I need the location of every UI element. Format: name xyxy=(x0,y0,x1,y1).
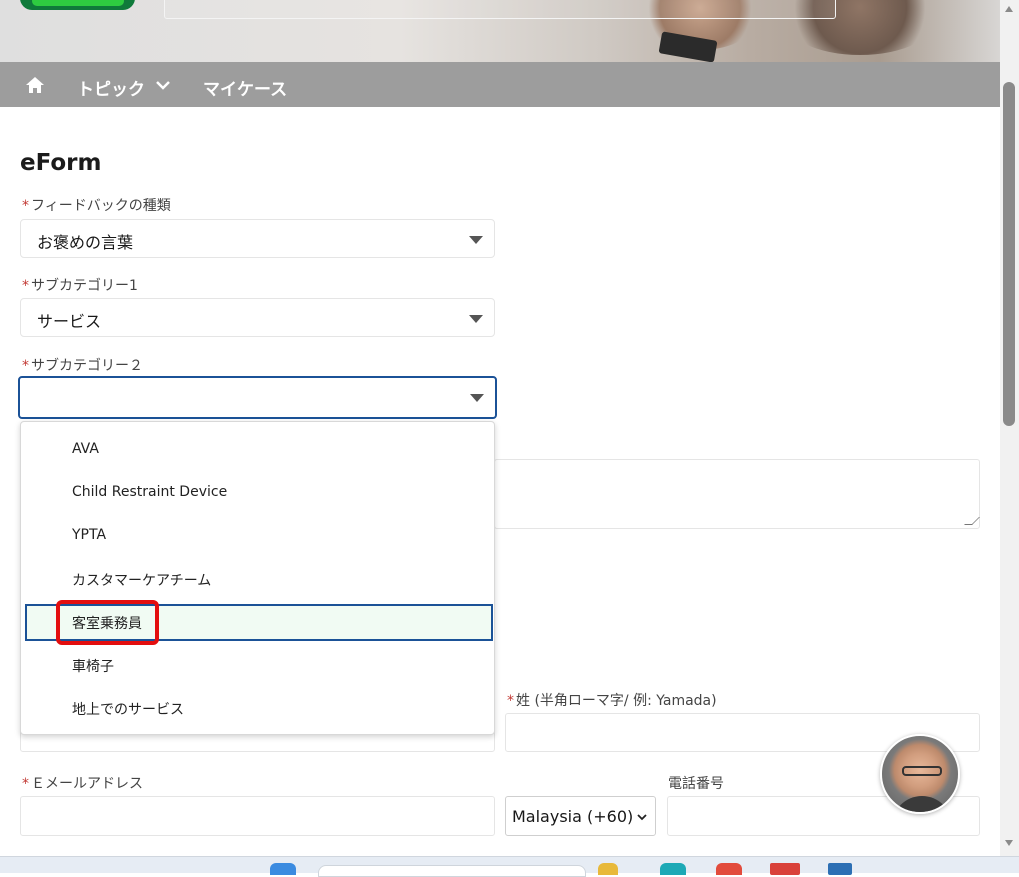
scroll-up-arrow-icon[interactable] xyxy=(1005,6,1013,12)
subcategory2-label: * サブカテゴリー２ xyxy=(22,358,143,374)
brand-logo-text xyxy=(32,0,124,6)
resize-handle-icon[interactable] xyxy=(964,517,980,525)
chrome-browser-icon[interactable] xyxy=(716,863,742,875)
home-icon[interactable] xyxy=(25,75,45,95)
chevron-down-icon xyxy=(637,814,647,821)
os-taskbar xyxy=(0,856,1019,877)
scrollbar-thumb[interactable] xyxy=(1003,82,1015,426)
feedback-type-value: お褒めの言葉 xyxy=(37,233,134,252)
page-scrollbar[interactable] xyxy=(1000,0,1019,856)
phone-label: 電話番号 xyxy=(668,776,724,792)
nav-mycase[interactable]: マイケース xyxy=(203,75,287,100)
subcategory2-options-list: AVA Child Restraint Device YPTA カスタマーケアチ… xyxy=(20,421,495,735)
option-ava[interactable]: AVA xyxy=(72,441,99,457)
last-name-label: * 姓 (半角ローマ字/ 例: Yamada) xyxy=(507,693,717,709)
option-ypta[interactable]: YPTA xyxy=(72,527,106,543)
option-child-restraint-device[interactable]: Child Restraint Device xyxy=(72,484,227,500)
glasses-icon xyxy=(902,766,942,776)
dropdown-arrow-icon xyxy=(469,236,483,244)
email-label: * Ｅメールアドレス xyxy=(22,776,143,792)
option-ground-service[interactable]: 地上でのサービス xyxy=(72,699,184,719)
feedback-type-select[interactable]: お褒めの言葉 xyxy=(20,219,495,258)
dropdown-arrow-icon xyxy=(470,394,484,402)
subcategory2-select[interactable] xyxy=(18,376,497,419)
email-input[interactable] xyxy=(20,796,495,836)
header-banner xyxy=(0,0,1000,62)
feedback-type-label: * フィードバックの種類 xyxy=(22,198,171,214)
windows-start-icon[interactable] xyxy=(270,863,296,875)
chat-assistant-avatar[interactable] xyxy=(880,734,960,814)
edge-browser-icon[interactable] xyxy=(660,863,686,875)
nav-topic[interactable]: トピック xyxy=(77,75,145,100)
app-icon[interactable] xyxy=(770,863,800,875)
annotation-highlight-box xyxy=(56,600,159,645)
subcategory1-label: * サブカテゴリー1 xyxy=(22,278,138,294)
subcategory1-value: サービス xyxy=(37,312,102,331)
scroll-down-arrow-icon[interactable] xyxy=(1005,840,1013,846)
country-code-select[interactable]: Malaysia (+60) xyxy=(505,796,656,836)
file-explorer-icon[interactable] xyxy=(598,863,618,875)
search-input[interactable] xyxy=(164,0,836,19)
taskbar-search-input[interactable] xyxy=(318,865,586,877)
option-wheelchair[interactable]: 車椅子 xyxy=(72,656,114,676)
app-icon[interactable] xyxy=(828,863,852,875)
chevron-down-icon[interactable] xyxy=(154,78,172,92)
country-code-value: Malaysia (+60) xyxy=(512,807,634,826)
dropdown-arrow-icon xyxy=(469,315,483,323)
avatar-shirt xyxy=(892,796,952,812)
option-customer-care-team[interactable]: カスタマーケアチーム xyxy=(72,570,211,590)
subcategory1-select[interactable]: サービス xyxy=(20,298,495,337)
page-title: eForm xyxy=(20,150,102,176)
main-nav: トピック マイケース xyxy=(0,62,1000,107)
comment-textarea[interactable] xyxy=(494,459,980,529)
